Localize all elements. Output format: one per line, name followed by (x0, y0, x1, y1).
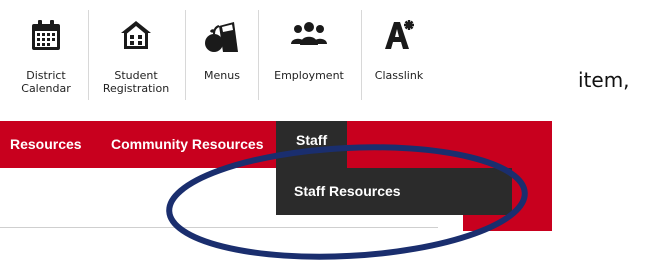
school-building-icon (118, 18, 154, 57)
quicklink-separator (361, 10, 362, 100)
quicklink-student-registration[interactable]: Student Registration (92, 0, 180, 104)
quicklink-employment[interactable]: Employment (262, 0, 356, 104)
quicklink-label: Classlink (374, 69, 424, 82)
quicklink-separator (88, 10, 89, 100)
calendar-icon (29, 18, 63, 57)
nav-item-resources[interactable]: Resources (10, 121, 82, 168)
quicklink-label: Menus (204, 69, 240, 82)
quicklink-classlink[interactable]: Classlink (366, 0, 432, 104)
stray-text: item, (578, 68, 630, 92)
quicklink-separator (185, 10, 186, 100)
quicklink-district-calendar[interactable]: District Calendar (4, 0, 88, 104)
text-accessibility-icon (381, 18, 417, 57)
quicklinks-toolbar: District Calendar Student Registration M… (0, 0, 440, 108)
nav-item-label: Resources (10, 136, 82, 152)
quicklink-separator (258, 10, 259, 100)
quicklink-label: District Calendar (21, 69, 71, 95)
annotation-ellipse (166, 144, 528, 260)
quicklink-label: Employment (274, 69, 344, 82)
quicklink-menus[interactable]: Menus (190, 0, 254, 104)
quicklink-label: Student Registration (102, 69, 170, 95)
people-group-icon (290, 18, 328, 55)
apple-lunch-icon (204, 18, 240, 59)
